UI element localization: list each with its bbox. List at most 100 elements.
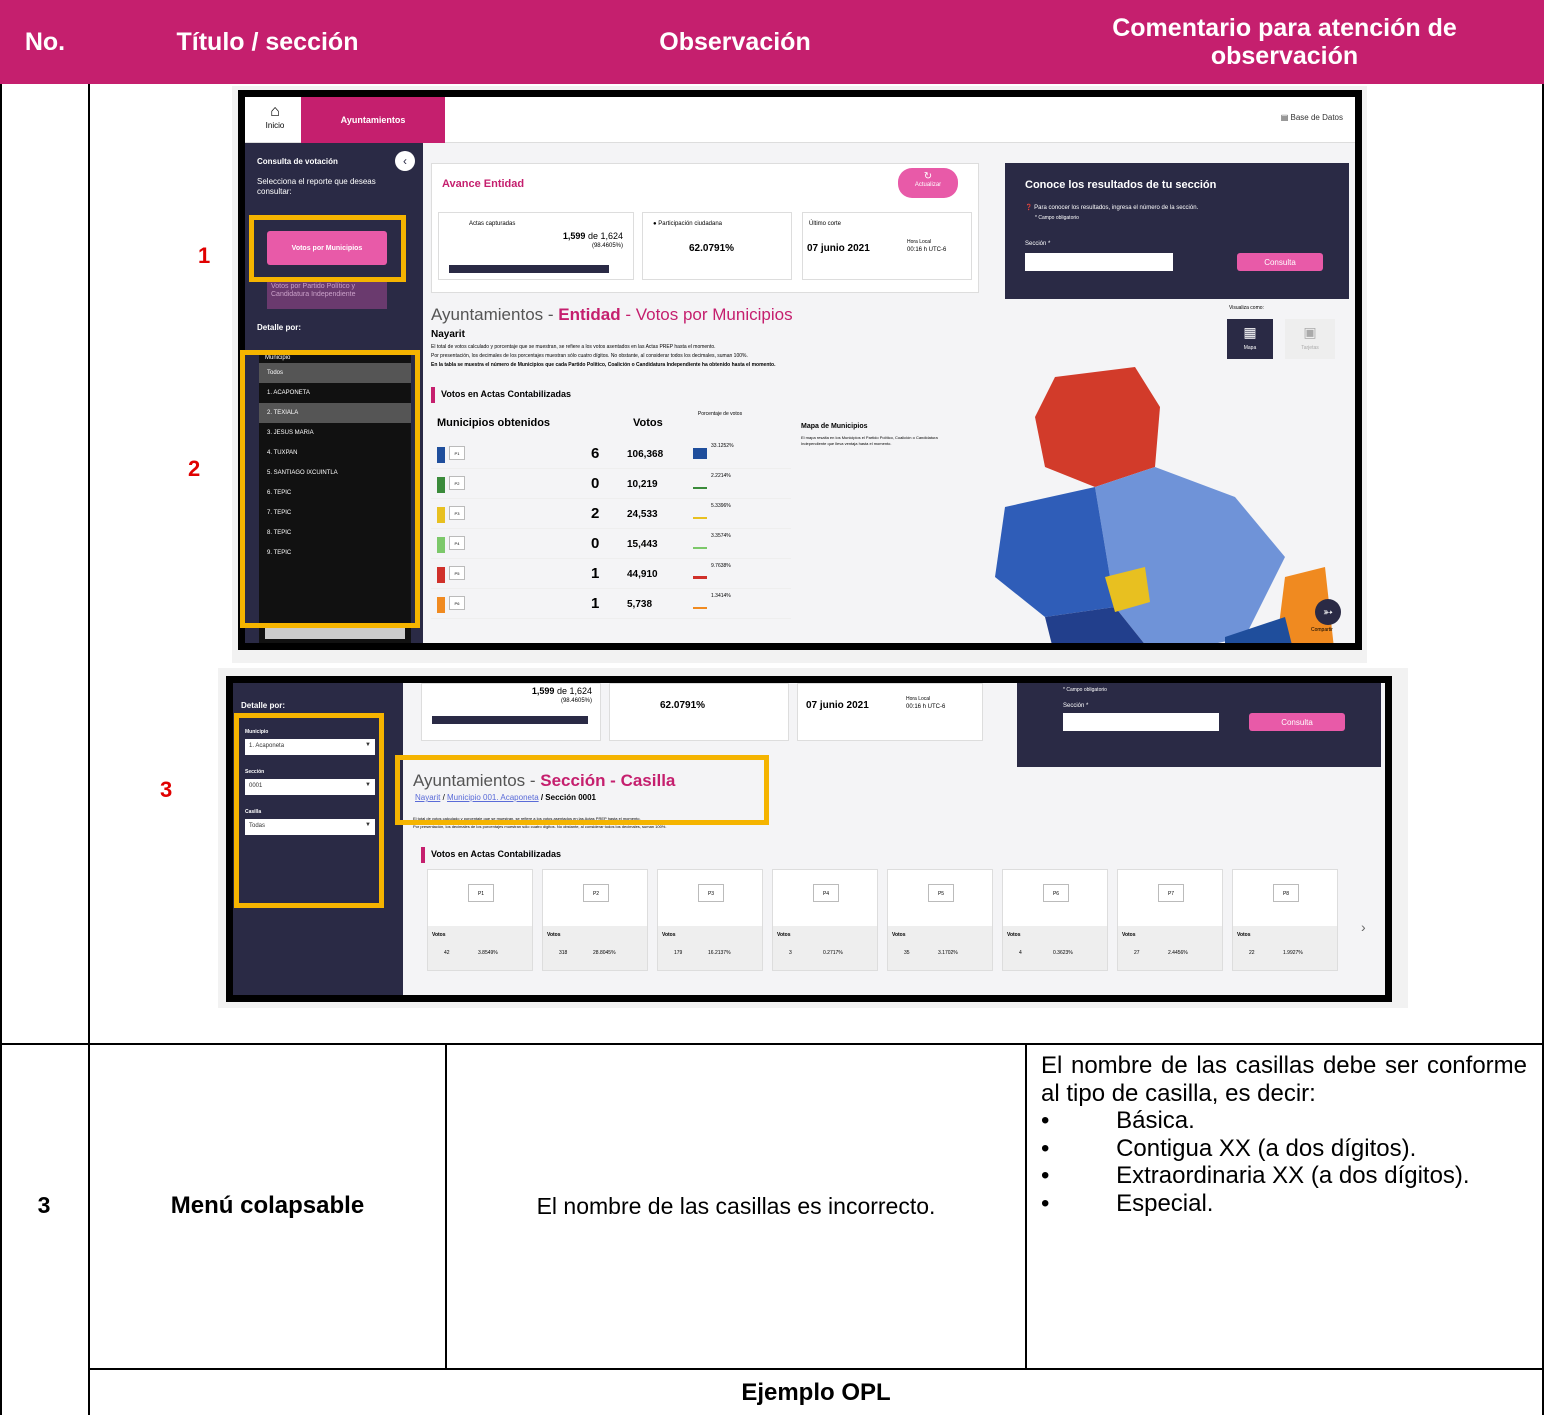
votos-value: 5,738	[627, 599, 653, 610]
actas-progress-2	[432, 716, 588, 724]
votos-value: 44,910	[627, 569, 658, 580]
row-comentario: El nombre de las casillas debe ser confo…	[1041, 1052, 1527, 1217]
highlight-box-3b	[395, 755, 769, 825]
card-votos: 27	[1134, 950, 1140, 956]
card-votos: 22	[1249, 950, 1255, 956]
participacion-box: ● Participación ciudadana 62.0791%	[642, 212, 792, 280]
party-card[interactable]: P4 Votos 3 0.2717%	[772, 869, 878, 971]
actualizar-label: Actualizar	[914, 182, 942, 188]
votos-por-partido-button[interactable]: Votos por Partido Político y Candidatura…	[267, 279, 387, 309]
avance-card: Avance Entidad ↻ Actualizar Actas captura…	[431, 163, 979, 293]
votos-value: 24,533	[627, 509, 658, 520]
comment-bullet: • Extraordinaria XX (a dos dígitos).	[1041, 1162, 1470, 1189]
actas-pct-2: (98.4605%)	[560, 698, 592, 704]
card-pct: 0.2717%	[823, 950, 843, 956]
actas-value: 1,599	[562, 231, 586, 241]
table-header: No. Título / sección Observación Comenta…	[0, 0, 1544, 84]
home-button[interactable]: ⌂ Inicio	[255, 103, 295, 131]
seccion-input[interactable]	[1025, 253, 1173, 271]
card-pct: 28.8045%	[593, 950, 616, 956]
votos-actas-title: Votos en Actas Contabilizadas	[441, 389, 572, 399]
database-link[interactable]: ▤ Base de Datos	[1281, 113, 1343, 122]
sidebar-title: Consulta de votación	[257, 157, 338, 166]
row-observacion: El nombre de las casillas es incorrecto.	[536, 1192, 936, 1219]
card-label: Votos	[777, 932, 791, 938]
avance-title: Avance Entidad	[442, 178, 525, 190]
sidebar-desc: Selecciona el reporte que deseas consult…	[257, 177, 376, 196]
actualizar-button[interactable]: ↻ Actualizar	[898, 168, 958, 198]
table-row: P1 6 106,368 33.1252%	[431, 443, 791, 469]
party-logo: P7	[1158, 884, 1184, 902]
card-pct: 0.3623%	[1053, 950, 1073, 956]
section-accent-2	[421, 847, 425, 863]
comment-bullets: • Básica. • Contigua XX (a dos dígitos). •…	[1041, 1107, 1527, 1217]
card-label: Votos	[547, 932, 561, 938]
corte-box-2: 07 junio 2021 Hora Local 00:16 h UTC-6	[797, 683, 983, 741]
page-title: Ayuntamientos - Entidad - Votos por Muni…	[431, 305, 793, 324]
refresh-icon: ↻	[923, 171, 933, 182]
votos-value: 15,443	[627, 539, 658, 550]
municipios-count: 0	[591, 535, 600, 552]
party-card[interactable]: P5 Votos 35 3.1702%	[887, 869, 993, 971]
header-title: Título / sección	[176, 27, 359, 56]
party-card[interactable]: P1 Votos 42 3.8549%	[427, 869, 533, 971]
pct-value: 5.3396%	[711, 503, 731, 509]
party-logo: P5	[449, 566, 465, 580]
seccion-input-2[interactable]	[1063, 713, 1219, 731]
card-pct: 3.8549%	[478, 950, 498, 956]
pct-value: 3.3574%	[711, 533, 731, 539]
card-votos: 42	[444, 950, 450, 956]
consulta-button-2[interactable]: Consulta	[1249, 713, 1345, 731]
card-votos: 3	[789, 950, 792, 956]
corte-date: 07 junio 2021	[807, 243, 870, 254]
seccion-field-label-2: Sección *	[1063, 703, 1089, 709]
tab-ayuntamientos[interactable]: Ayuntamientos	[301, 97, 445, 143]
table-row: P4 0 15,443 3.3574%	[431, 533, 791, 559]
actas-label: Actas capturadas	[469, 221, 516, 227]
votos-actas-title-2: Votos en Actas Contabilizadas	[431, 849, 562, 859]
municipios-count: 0	[591, 475, 600, 492]
state-name: Nayarit	[431, 329, 465, 340]
seccion-label: Sección *	[1025, 241, 1051, 247]
mapa-title: Mapa de Municipios	[801, 423, 868, 430]
compartir-label: Compartir	[1311, 627, 1333, 633]
table-row: P5 1 44,910 9.7638%	[431, 563, 791, 589]
party-card[interactable]: P3 Votos 179 16.2137%	[657, 869, 763, 971]
top-bar: ⌂ Inicio Ayuntamientos ▤ Base de Datos	[245, 97, 1355, 143]
pct-bar	[693, 575, 707, 579]
party-color	[437, 477, 445, 493]
actas-total: de 1,624	[587, 231, 623, 241]
mapa-view-button[interactable]: ▦ Mapa	[1227, 319, 1273, 359]
card-pct: 3.1702%	[938, 950, 958, 956]
votos-value: 10,219	[627, 479, 658, 490]
highlight-box-3a	[234, 713, 384, 908]
share-icon[interactable]: ➳	[1315, 599, 1341, 625]
comment-bullet: • Contigua XX (a dos dígitos).	[1041, 1134, 1417, 1162]
party-card[interactable]: P2 Votos 318 28.8045%	[542, 869, 648, 971]
party-logo: P6	[449, 596, 465, 610]
bullet-icon: •	[1041, 1107, 1050, 1134]
review-table: No. Título / sección Observación Comenta…	[0, 0, 1544, 1415]
party-card[interactable]: P6 Votos 4 0.3623%	[1002, 869, 1108, 971]
pct-value: 9.7638%	[711, 563, 731, 569]
card-votos: 179	[674, 950, 683, 956]
party-card[interactable]: P8 Votos 22 1.9927%	[1232, 869, 1338, 971]
table-row: P6 1 5,738 1.3414%	[431, 593, 791, 619]
card-label: Votos	[1237, 932, 1251, 938]
party-card[interactable]: P7 Votos 27 2.4456%	[1117, 869, 1223, 971]
header-observacion: Observación	[659, 27, 811, 56]
consulta-button[interactable]: Consulta	[1237, 253, 1323, 271]
card-label: Votos	[1122, 932, 1136, 938]
actas-pct: (98.4605%)	[591, 243, 623, 249]
highlight-box-2	[240, 350, 420, 628]
section-accent	[431, 387, 435, 403]
home-icon: ⌂	[270, 103, 280, 120]
map-region	[995, 487, 1115, 617]
municipios-count: 6	[591, 445, 600, 462]
tarjetas-view-button[interactable]: ▣ Tarjetas	[1285, 319, 1335, 359]
card-label: Votos	[892, 932, 906, 938]
chevron-right-icon[interactable]: ›	[1361, 919, 1366, 935]
party-color	[437, 447, 445, 463]
collapse-icon[interactable]: ‹	[395, 151, 415, 171]
participacion-label: ● Participación ciudadana	[653, 221, 723, 227]
